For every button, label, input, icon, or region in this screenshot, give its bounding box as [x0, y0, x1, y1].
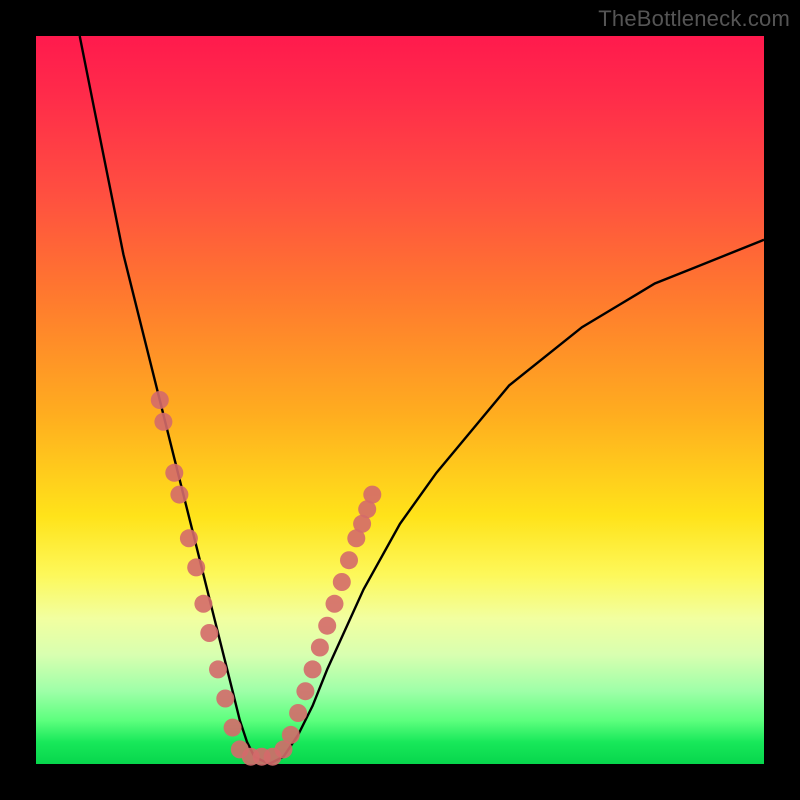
- marker-point: [216, 690, 234, 708]
- plot-area: [36, 36, 764, 764]
- marker-point: [311, 639, 329, 657]
- marker-point: [209, 660, 227, 678]
- marker-point: [200, 624, 218, 642]
- marker-point: [333, 573, 351, 591]
- chart-frame: TheBottleneck.com: [0, 0, 800, 800]
- marker-point: [165, 464, 183, 482]
- marker-point: [296, 682, 314, 700]
- marker-point: [187, 558, 205, 576]
- watermark-text: TheBottleneck.com: [598, 6, 790, 32]
- marker-point: [170, 486, 188, 504]
- marker-point: [340, 551, 358, 569]
- marker-point: [289, 704, 307, 722]
- curve-layer: [36, 36, 764, 764]
- marker-point: [282, 726, 300, 744]
- marker-point: [304, 660, 322, 678]
- marker-point: [326, 595, 344, 613]
- v-curve: [80, 36, 764, 764]
- marker-point: [151, 391, 169, 409]
- marker-point: [194, 595, 212, 613]
- marker-point: [154, 413, 172, 431]
- marker-point: [363, 486, 381, 504]
- marker-point: [318, 617, 336, 635]
- marker-point: [224, 719, 242, 737]
- marker-point: [180, 529, 198, 547]
- curve-markers: [151, 391, 381, 766]
